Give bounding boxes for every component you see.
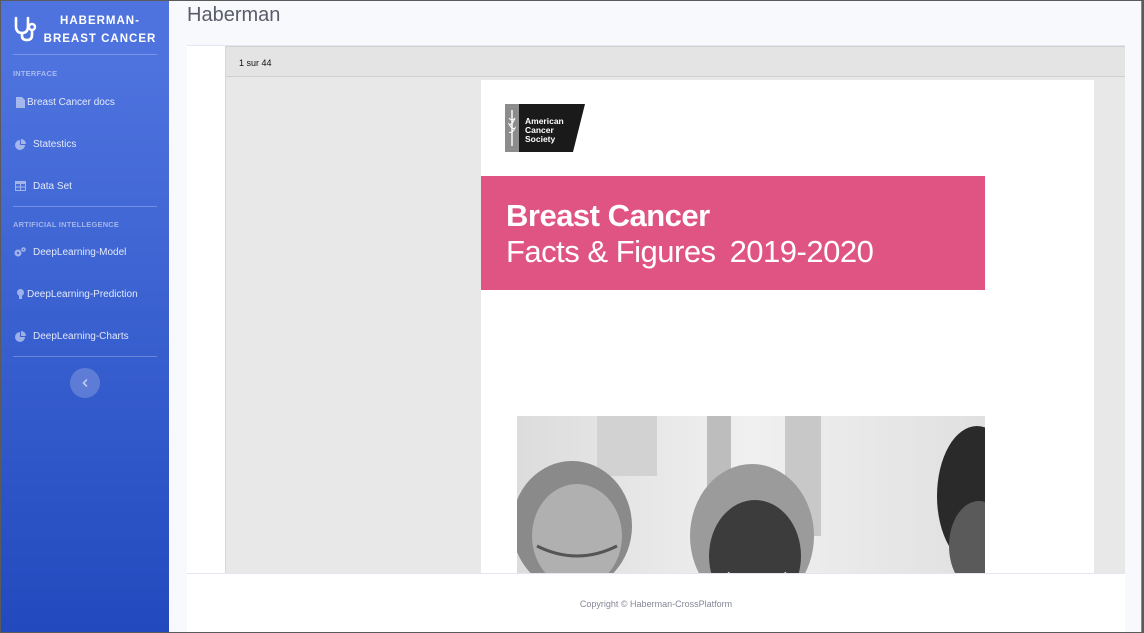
cover-photo bbox=[517, 416, 985, 574]
sidebar-item-statestics[interactable]: Statestics bbox=[1, 130, 169, 158]
footer: Copyright © Haberman-CrossPlatform bbox=[187, 573, 1125, 632]
pdf-viewer[interactable]: 1 sur 44 American Cancer Society Breast … bbox=[225, 46, 1125, 574]
sidebar-heading-artificial-intelligence: ARTIFICIAL INTELLEGENCE bbox=[13, 220, 120, 229]
sidebar-item-breast-cancer-docs[interactable]: Breast Cancer docs bbox=[1, 88, 169, 116]
lightbulb-icon bbox=[13, 287, 27, 301]
chevron-left-icon bbox=[82, 379, 88, 387]
sidebar-item-label: Statestics bbox=[33, 138, 77, 150]
document-years: 2019-2020 bbox=[729, 234, 874, 269]
file-icon bbox=[13, 95, 27, 109]
sidebar-item-deeplearning-charts[interactable]: DeepLearning-Charts bbox=[1, 322, 169, 350]
brand-line-1: HABERMAN- bbox=[60, 15, 140, 27]
copyright-text: Copyright © Haberman-CrossPlatform bbox=[579, 599, 733, 609]
sidebar-divider bbox=[13, 206, 157, 207]
document-subtitle-text: Facts & Figures bbox=[506, 234, 716, 269]
sidebar-item-deeplearning-prediction[interactable]: DeepLearning-Prediction bbox=[1, 280, 169, 308]
pie-chart-icon bbox=[13, 329, 27, 343]
brand[interactable]: HABERMAN- BREAST CANCER bbox=[1, 1, 169, 53]
sidebar-heading-interface: INTERFACE bbox=[13, 69, 58, 78]
sidebar-toggle-button[interactable] bbox=[70, 368, 100, 398]
sidebar-item-label: Data Set bbox=[33, 180, 72, 192]
page-title: Haberman bbox=[187, 4, 281, 26]
stethoscope-icon bbox=[14, 16, 37, 42]
sidebar-item-data-set[interactable]: Data Set bbox=[1, 172, 169, 200]
pdf-page[interactable]: American Cancer Society Breast Cancer Fa… bbox=[481, 80, 1094, 574]
sidebar-divider bbox=[13, 54, 157, 55]
brand-name: HABERMAN- BREAST CANCER bbox=[41, 12, 159, 48]
pie-chart-icon bbox=[13, 137, 27, 151]
american-cancer-society-logo: American Cancer Society bbox=[505, 104, 585, 152]
title-banner: Breast Cancer Facts & Figures 2019-2020 bbox=[481, 176, 985, 290]
document-title: Breast Cancer bbox=[506, 198, 710, 233]
page-counter: 1 sur 44 bbox=[239, 58, 272, 68]
pdf-toolbar: 1 sur 44 bbox=[226, 46, 1125, 77]
svg-text:Society: Society bbox=[525, 134, 556, 144]
sidebar-item-label: DeepLearning-Prediction bbox=[27, 288, 138, 300]
sidebar-item-label: DeepLearning-Model bbox=[33, 246, 127, 258]
window-border bbox=[1141, 1, 1142, 632]
sidebar-divider bbox=[13, 356, 157, 357]
sidebar-item-label: Breast Cancer docs bbox=[27, 96, 115, 108]
table-icon bbox=[13, 179, 27, 193]
app-window: HABERMAN- BREAST CANCER INTERFACE Breast… bbox=[1, 1, 1142, 632]
cogs-icon bbox=[13, 245, 27, 259]
sidebar-item-deeplearning-model[interactable]: DeepLearning-Model bbox=[1, 238, 169, 266]
sidebar: HABERMAN- BREAST CANCER INTERFACE Breast… bbox=[1, 1, 169, 632]
sidebar-item-label: DeepLearning-Charts bbox=[33, 330, 129, 342]
brand-line-2: BREAST CANCER bbox=[43, 33, 157, 45]
document-subtitle: Facts & Figures 2019-2020 bbox=[506, 234, 874, 270]
